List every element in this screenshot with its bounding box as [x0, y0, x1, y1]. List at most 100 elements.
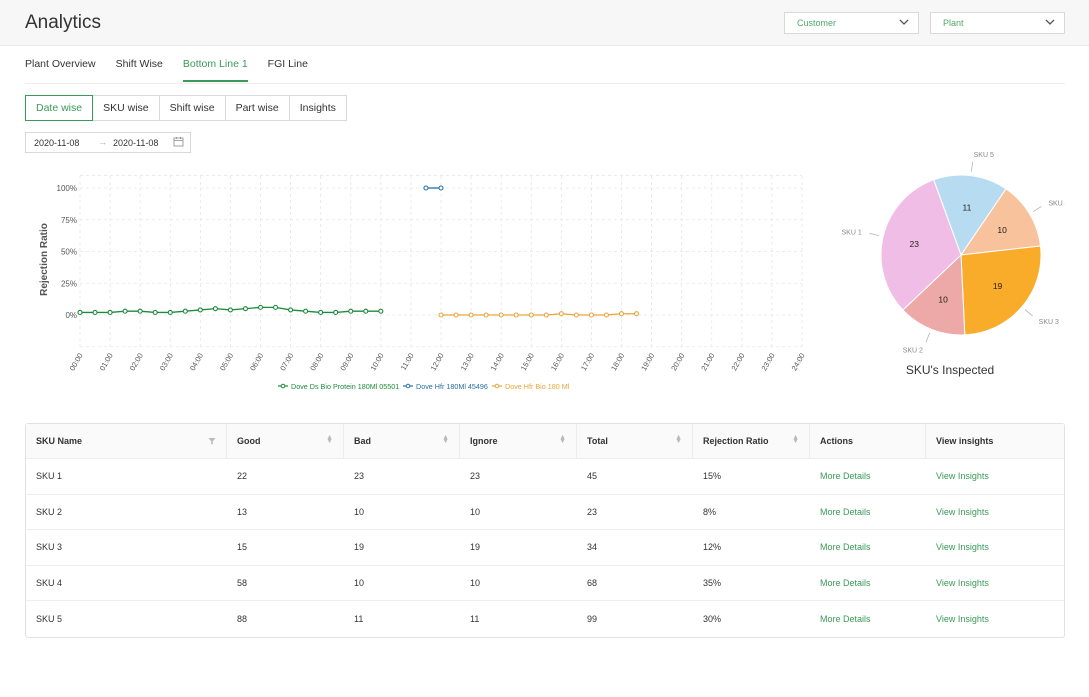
column-header-good[interactable]: Good ▲ ▼ — [227, 424, 344, 458]
data-point[interactable] — [348, 308, 354, 314]
table-row: SKU 4 58 10 10 68 35% More Details View Insight… — [26, 566, 1064, 601]
data-point[interactable] — [288, 307, 294, 313]
plant-dropdown[interactable]: Plant — [930, 12, 1065, 34]
sort-icon[interactable]: ▲ ▼ — [326, 434, 333, 445]
chart-legend: Dove Ds Bio Protein 180Ml 05501 Dove Hfr … — [278, 382, 570, 391]
table-cell: SKU 3 — [36, 542, 63, 553]
view-insights-link[interactable]: View Insights — [936, 471, 989, 481]
column-header-rejection-ratio[interactable]: Rejection Ratio ▲ ▼ — [693, 424, 810, 458]
data-point[interactable] — [152, 309, 158, 316]
data-point[interactable] — [423, 185, 429, 191]
table-cell: 11 — [470, 613, 480, 624]
sort-icon[interactable]: ▲ ▼ — [675, 434, 682, 445]
data-point[interactable] — [483, 312, 489, 318]
data-point[interactable] — [543, 312, 549, 318]
column-header-total[interactable]: Total ▲ ▼ — [577, 424, 693, 458]
table-cell-wrapper: 88 — [227, 601, 344, 637]
legend-item[interactable]: Dove Hfr 180Ml 45496 — [403, 382, 488, 391]
data-point[interactable] — [137, 308, 143, 314]
table-cell-wrapper: 23 — [577, 495, 693, 530]
x-tick-label: 13:00 — [459, 352, 476, 373]
data-point[interactable] — [257, 304, 264, 310]
calendar-icon[interactable] — [173, 136, 184, 149]
data-point[interactable] — [272, 304, 279, 310]
sort-icon[interactable]: ▲ ▼ — [792, 434, 799, 445]
more-details-link[interactable]: More Details — [820, 542, 871, 552]
filter-icon[interactable] — [208, 437, 216, 447]
view-insights-link[interactable]: View Insights — [936, 507, 989, 517]
column-header-sku-name[interactable]: SKU Name — [26, 424, 227, 458]
more-details-link[interactable]: More Details — [820, 614, 871, 624]
more-details-link[interactable]: More Details — [820, 471, 871, 481]
date-range-start[interactable]: 2020-11-08 — [34, 138, 79, 148]
data-point[interactable] — [242, 306, 249, 312]
data-point[interactable] — [558, 311, 564, 317]
tab-plant-overview[interactable]: Plant Overview — [25, 58, 96, 82]
data-point[interactable] — [603, 312, 610, 318]
data-point[interactable] — [498, 312, 504, 318]
segment-shift-wise[interactable]: Shift wise — [158, 95, 226, 121]
data-point[interactable] — [633, 311, 640, 317]
data-point[interactable] — [438, 185, 444, 191]
table-cell: 45 — [587, 471, 598, 482]
data-point[interactable] — [588, 312, 594, 318]
y-tick-label: 0% — [65, 311, 77, 320]
table-cell-wrapper: SKU 4 — [26, 566, 227, 601]
tab-bottom-line-1[interactable]: Bottom Line 1 — [182, 58, 248, 82]
data-point[interactable] — [318, 309, 324, 316]
tab-shift-wise[interactable]: Shift Wise — [116, 58, 163, 82]
legend-label: Dove Hfr Bio 180 Ml — [505, 382, 570, 391]
data-point[interactable] — [618, 311, 625, 317]
data-point[interactable] — [303, 308, 309, 314]
x-tick-label: 00:00 — [68, 352, 85, 373]
slice-category-label: SKU 1 — [841, 230, 861, 237]
data-point[interactable] — [92, 309, 98, 316]
segment-date-wise[interactable]: Date wise — [25, 95, 94, 121]
data-point[interactable] — [333, 309, 339, 316]
data-point[interactable] — [77, 309, 83, 316]
table-cell-wrapper: 23 — [344, 459, 460, 494]
data-point[interactable] — [182, 308, 188, 314]
view-insights-link[interactable]: View Insights — [936, 542, 989, 552]
data-point[interactable] — [107, 309, 113, 316]
view-insights-link[interactable]: View Insights — [936, 614, 989, 624]
data-point[interactable] — [438, 312, 444, 318]
column-header-bad[interactable]: Bad ▲ ▼ — [344, 424, 460, 458]
data-point[interactable] — [122, 308, 128, 314]
view-insights-link[interactable]: View Insights — [936, 578, 989, 588]
data-point[interactable] — [453, 312, 459, 318]
table-cell-wrapper: 12% — [693, 530, 810, 565]
more-details-link[interactable]: More Details — [820, 578, 871, 588]
table-cell-wrapper: View Insights — [926, 459, 1064, 494]
customer-dropdown[interactable]: Customer — [784, 12, 919, 34]
sort-icon[interactable]: ▲ ▼ — [442, 434, 449, 445]
date-range-picker[interactable]: 2020-11-08 → 2020-11-08 — [25, 132, 191, 153]
table-cell: 19 — [354, 542, 365, 553]
segment-insights[interactable]: Insights — [288, 95, 347, 121]
data-point[interactable] — [197, 307, 203, 313]
table-header: SKU Name Good ▲ ▼ Bad ▲ ▼ Ignore ▲ ▼ Total ▲ ▼ R… — [26, 424, 1064, 459]
data-point[interactable] — [167, 309, 173, 316]
table-cell-wrapper: 35% — [693, 566, 810, 601]
more-details-link[interactable]: More Details — [820, 507, 871, 517]
data-point[interactable] — [212, 306, 218, 312]
data-point[interactable] — [468, 312, 474, 318]
data-point[interactable] — [227, 307, 233, 313]
segment-sku-wise[interactable]: SKU wise — [92, 95, 160, 121]
date-range-end[interactable]: 2020-11-08 — [113, 138, 158, 148]
x-tick-label: 02:00 — [128, 352, 145, 373]
column-header-ignore[interactable]: Ignore ▲ ▼ — [460, 424, 577, 458]
legend-item[interactable]: Dove Ds Bio Protein 180Ml 05501 — [278, 382, 399, 391]
column-header-label: View insights — [936, 436, 994, 446]
legend-item[interactable]: Dove Hfr Bio 180 Ml — [492, 382, 570, 391]
data-point[interactable] — [378, 308, 384, 314]
slice-value-label: 10 — [938, 295, 948, 305]
sort-icon[interactable]: ▲ ▼ — [559, 434, 566, 445]
tab-fgi-line[interactable]: FGI Line — [268, 58, 308, 82]
data-point[interactable] — [573, 312, 579, 318]
data-point[interactable] — [528, 312, 534, 318]
segment-part-wise[interactable]: Part wise — [224, 95, 290, 121]
data-point[interactable] — [513, 312, 519, 318]
data-point[interactable] — [363, 308, 369, 314]
table-cell: 19 — [470, 542, 481, 553]
